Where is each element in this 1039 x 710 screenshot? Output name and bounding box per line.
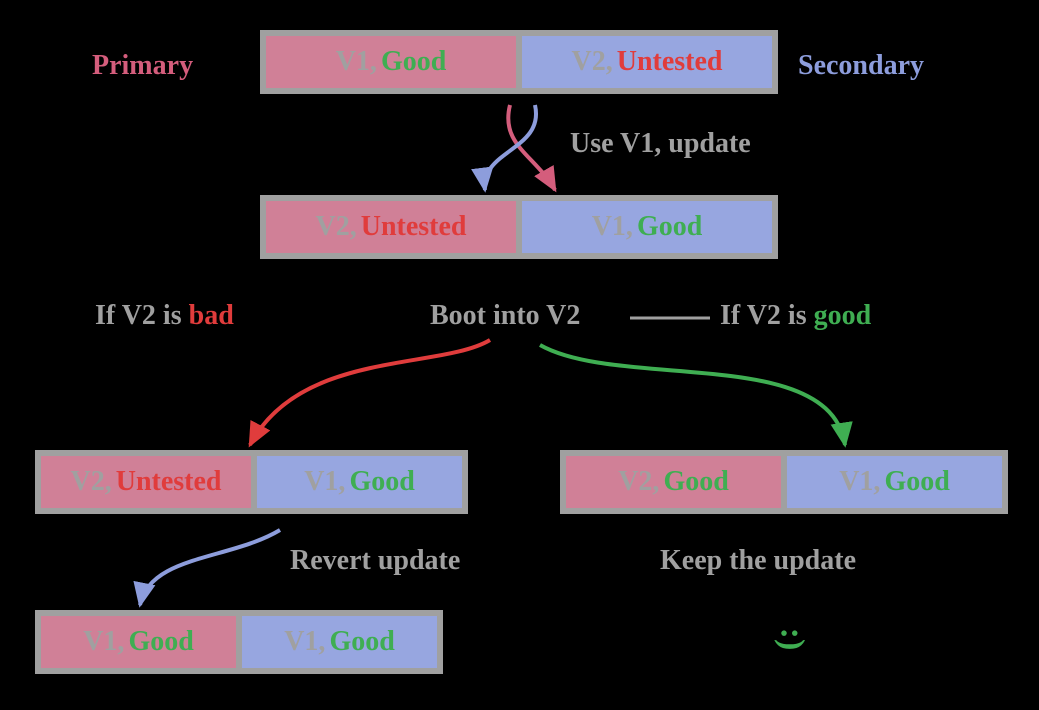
row4-right-status: Good bbox=[329, 626, 394, 658]
boot-into-v2-label: Boot into V2 bbox=[430, 300, 580, 332]
row1-right-version: V2, bbox=[572, 46, 613, 78]
arrow-green-good bbox=[540, 345, 845, 445]
row3r-right-status: Good bbox=[884, 466, 949, 498]
state-row4: V1, Good V1, Good bbox=[35, 610, 443, 674]
arrow-blue-swap bbox=[485, 105, 536, 190]
row3l-left: V2, Untested bbox=[41, 456, 251, 508]
smile-icon: :) bbox=[772, 628, 810, 651]
row2-right-status: Good bbox=[637, 211, 702, 243]
arrow-pink-swap bbox=[508, 105, 555, 190]
row2-right: V1, Good bbox=[522, 201, 772, 253]
row3l-right-status: Good bbox=[349, 466, 414, 498]
arrow-red-bad bbox=[250, 340, 490, 445]
row4-right: V1, Good bbox=[242, 616, 437, 668]
if-v2-good-label: If V2 is good bbox=[720, 300, 871, 332]
if-v2-bad-label: If V2 is bad bbox=[95, 300, 234, 332]
secondary-label: Secondary bbox=[798, 50, 924, 82]
state-row2: V2, Untested V1, Good bbox=[260, 195, 778, 259]
if-v2-bad-prefix: If V2 is bbox=[95, 300, 189, 331]
state-row3-left: V2, Untested V1, Good bbox=[35, 450, 468, 514]
row3r-right-version: V1, bbox=[839, 466, 880, 498]
row4-right-version: V1, bbox=[284, 626, 325, 658]
row4-left-version: V1, bbox=[83, 626, 124, 658]
arrows-layer bbox=[0, 0, 1039, 710]
row1-left-version: V1, bbox=[336, 46, 377, 78]
row3l-right-version: V1, bbox=[304, 466, 345, 498]
row1-right-status: Untested bbox=[617, 46, 723, 78]
use-v1-update-label: Use V1, update bbox=[570, 128, 751, 160]
row3l-left-version: V2, bbox=[71, 466, 112, 498]
row2-left-version: V2, bbox=[316, 211, 357, 243]
row2-left-status: Untested bbox=[361, 211, 467, 243]
if-v2-good-word: good bbox=[814, 300, 872, 331]
primary-label: Primary bbox=[92, 50, 193, 82]
row4-left: V1, Good bbox=[41, 616, 236, 668]
state-row3-right: V2, Good V1, Good bbox=[560, 450, 1008, 514]
row2-right-version: V1, bbox=[592, 211, 633, 243]
row3l-left-status: Untested bbox=[116, 466, 222, 498]
row3r-left: V2, Good bbox=[566, 456, 781, 508]
row3l-right: V1, Good bbox=[257, 456, 462, 508]
row3r-left-status: Good bbox=[663, 466, 728, 498]
revert-update-label: Revert update bbox=[290, 545, 460, 577]
keep-update-label: Keep the update bbox=[660, 545, 856, 577]
row4-left-status: Good bbox=[128, 626, 193, 658]
if-v2-bad-word: bad bbox=[189, 300, 234, 331]
if-v2-good-prefix: If V2 is bbox=[720, 300, 814, 331]
row2-left: V2, Untested bbox=[266, 201, 516, 253]
state-row1: V1, Good V2, Untested bbox=[260, 30, 778, 94]
row3r-right: V1, Good bbox=[787, 456, 1002, 508]
row1-right: V2, Untested bbox=[522, 36, 772, 88]
arrow-revert bbox=[140, 530, 280, 605]
row3r-left-version: V2, bbox=[618, 466, 659, 498]
row1-left: V1, Good bbox=[266, 36, 516, 88]
row1-left-status: Good bbox=[381, 46, 446, 78]
